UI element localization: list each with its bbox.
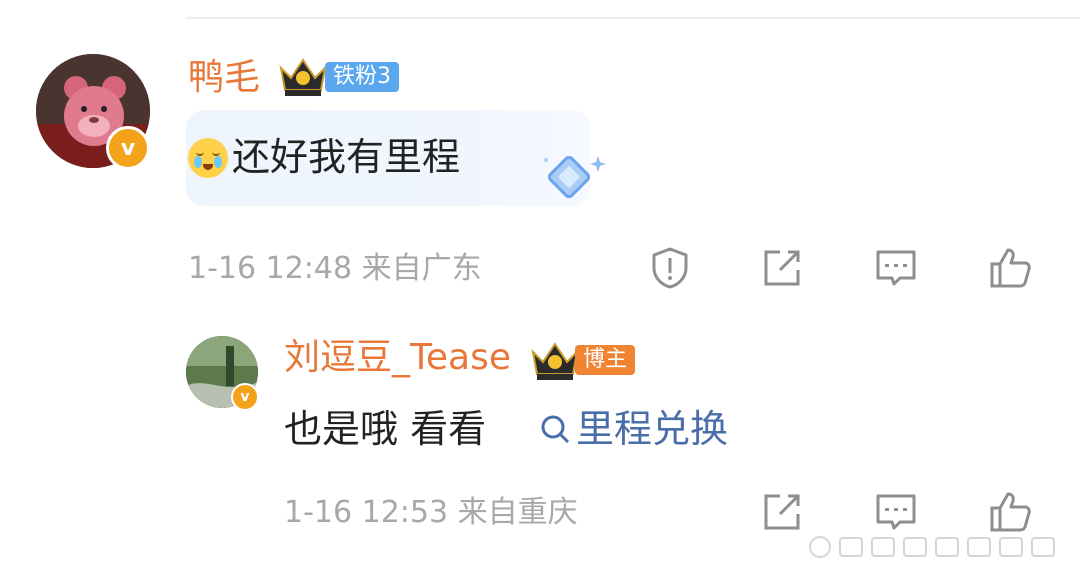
search-link-label: 里程兑换 [576,407,729,451]
share-icon[interactable] [760,490,804,534]
commenter-username[interactable]: 鸭毛 [188,60,260,96]
reply-text: 也是哦 看看 [284,407,487,451]
report-shield-icon[interactable] [648,246,692,290]
verified-badge: v [106,126,150,170]
comment-meta: 1-16 12:48 来自广东 [188,251,482,286]
host-badge: 博主 [575,345,636,375]
comment-text: 还好我有里程 [232,135,461,179]
crying-face-emoji-icon [188,138,228,178]
reply-meta: 1-16 12:53 来自重庆 [284,495,578,530]
fan-level-badge: 铁粉3 [325,62,399,92]
thumbs-up-icon[interactable] [988,490,1032,534]
reply-comment-icon[interactable] [874,490,918,534]
search-topic-link[interactable]: 里程兑换 [538,410,728,448]
diamond-decoration-icon [544,155,606,199]
crown-icon [531,342,579,380]
watermark-decoration [809,536,1055,558]
reply-comment-icon[interactable] [874,246,918,290]
replier-username[interactable]: 刘逗豆_Tease [284,340,511,376]
verified-badge: v [231,383,259,411]
crown-icon [279,58,327,96]
top-divider [186,17,1080,19]
share-icon[interactable] [760,246,804,290]
search-icon [541,415,570,444]
thumbs-up-icon[interactable] [988,246,1032,290]
